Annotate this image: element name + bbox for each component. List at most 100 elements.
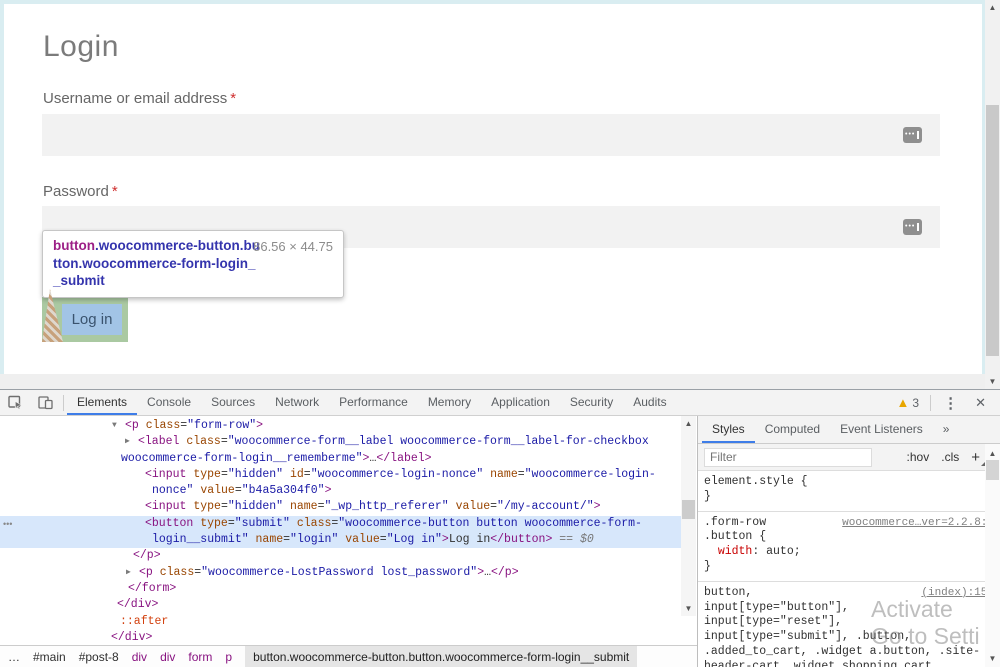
devtools-toolbar: ElementsConsoleSourcesNetworkPerformance…	[0, 390, 1000, 416]
css-rule-line: header-cart .widget_shopping_cart	[698, 660, 1000, 667]
breadcrumb-item[interactable]: div	[132, 646, 147, 667]
more-tabs-icon[interactable]: »	[933, 416, 960, 443]
devtools-main: ▼<p class="form-row">▶<label class="wooc…	[0, 416, 1000, 667]
elements-tree-selected-line[interactable]: <button type="submit" class="woocommerce…	[0, 516, 682, 532]
elements-tree-line[interactable]: <input type="hidden" name="_wp_http_refe…	[0, 499, 682, 515]
breadcrumb-item[interactable]: #post-8	[79, 646, 119, 667]
twisty-expanded-icon[interactable]: ▼	[112, 418, 125, 434]
close-icon[interactable]: ✕	[967, 395, 994, 411]
device-toolbar-icon[interactable]	[30, 390, 60, 415]
devtools-toolbar-right: ▲ 3 ⋮ ✕	[889, 390, 1000, 415]
elements-tree-line[interactable]: ::after	[0, 614, 682, 630]
elements-scrollbar-thumb[interactable]	[682, 500, 695, 519]
console-warnings-badge[interactable]: ▲ 3	[889, 396, 928, 410]
css-rule-line: input[type="button"],	[698, 601, 1000, 616]
warning-icon: ▲	[897, 396, 910, 409]
devtools-panel: ElementsConsoleSourcesNetworkPerformance…	[0, 389, 1000, 667]
page-scrollbar-thumb[interactable]	[986, 105, 999, 356]
scroll-down-icon[interactable]: ▼	[681, 602, 696, 615]
css-rule: woocommerce…ver=2.2.8:1.form-row.button …	[698, 512, 1000, 582]
selected-row-grip: •••	[3, 519, 12, 529]
kebab-menu-icon[interactable]: ⋮	[934, 394, 967, 412]
stylesheet-source-link[interactable]: (index):155	[921, 586, 994, 601]
toggle-element-state-button[interactable]: :hov	[907, 450, 930, 464]
twisty-collapsed-icon[interactable]: ▶	[126, 565, 139, 581]
breadcrumb-item[interactable]: form	[188, 646, 212, 667]
devtools-tab-sources[interactable]: Sources	[201, 390, 265, 415]
styles-scrollbar[interactable]: ▲ ▼	[985, 444, 1000, 667]
sidebar-tab-computed[interactable]: Computed	[755, 416, 830, 443]
devtools-tab-performance[interactable]: Performance	[329, 390, 418, 415]
breadcrumb-bar: …#main#post-8divdivformpbutton.woocommer…	[0, 645, 697, 667]
username-label: Username or email address*	[43, 90, 236, 107]
inspect-tooltip: button.woocommerce-button.button.woocomm…	[42, 230, 344, 298]
elements-tree-selected-line[interactable]: login__submit" name="login" value="Log i…	[0, 532, 682, 548]
devtools-tab-application[interactable]: Application	[481, 390, 560, 415]
devtools-tab-network[interactable]: Network	[265, 390, 329, 415]
screen: Login Username or email address* Passwor…	[0, 0, 1000, 667]
elements-tree: ▼<p class="form-row">▶<label class="wooc…	[0, 416, 697, 645]
css-rule-line: .button {	[698, 530, 1000, 545]
breadcrumb-item[interactable]: button.woocommerce-button.button.woocomm…	[245, 646, 637, 667]
new-style-rule-button[interactable]: +	[971, 450, 980, 465]
inspect-tooltip-selector: button.woocommerce-button.button.woocomm…	[53, 237, 261, 290]
elements-tree-line[interactable]: woocommerce-form-login__rememberme">…</l…	[0, 451, 682, 467]
elements-tree-line[interactable]: ▼<p class="form-row">	[0, 418, 682, 434]
scroll-down-icon[interactable]: ▼	[985, 375, 1000, 388]
devtools-tab-memory[interactable]: Memory	[418, 390, 481, 415]
css-rule: (index):155button,input[type="button"], i…	[698, 582, 1000, 667]
breadcrumb-item[interactable]: div	[160, 646, 175, 667]
elements-tree-line[interactable]: </form>	[0, 581, 682, 597]
login-button-content-highlight: Log in	[62, 304, 122, 335]
css-rule-line: }	[698, 490, 1000, 505]
password-manager-icon[interactable]	[903, 127, 922, 143]
styles-sidebar: StylesComputedEvent Listeners» :hov .cls…	[697, 416, 1000, 667]
elements-tree-line[interactable]: </div>	[0, 597, 682, 613]
devtools-tab-strip: ElementsConsoleSourcesNetworkPerformance…	[67, 390, 677, 415]
breadcrumb-item[interactable]: #main	[33, 646, 66, 667]
page-scrollbar[interactable]: ▲ ▼	[985, 0, 1000, 389]
css-rule-line: input[type="submit"], .button,	[698, 630, 1000, 645]
sidebar-tab-strip: StylesComputedEvent Listeners»	[698, 416, 1000, 444]
devtools-tab-audits[interactable]: Audits	[623, 390, 676, 415]
inspect-element-icon[interactable]	[0, 390, 30, 415]
css-rule-line: .added_to_cart, .widget a.button, .site-	[698, 645, 1000, 660]
elements-tree-line[interactable]: ▶<label class="woocommerce-form__label w…	[0, 434, 682, 450]
elements-tree-line[interactable]: </div>	[0, 630, 682, 645]
scroll-up-icon[interactable]: ▲	[985, 1, 1000, 14]
breadcrumb-item[interactable]: …	[8, 646, 20, 667]
elements-tree-line[interactable]: </p>	[0, 548, 682, 564]
scroll-up-icon[interactable]: ▲	[985, 447, 1000, 460]
elements-tree-line[interactable]: nonce" value="b4a5a304f0">	[0, 483, 682, 499]
styles-scrollbar-thumb[interactable]	[986, 460, 999, 480]
devtools-tab-elements[interactable]: Elements	[67, 390, 137, 415]
sidebar-tab-styles[interactable]: Styles	[702, 416, 755, 443]
css-rule-line: woocommerce…ver=2.2.8:1.form-row	[698, 516, 1000, 531]
styles-filter-input[interactable]	[704, 448, 872, 467]
elements-tree-line[interactable]: <input type="hidden" id="woocommerce-log…	[0, 467, 682, 483]
toolbar-separator	[930, 395, 931, 411]
horizontal-scrollbar-track[interactable]	[0, 374, 985, 389]
sidebar-tab-event-listeners[interactable]: Event Listeners	[830, 416, 933, 443]
username-input[interactable]	[42, 114, 940, 156]
twisty-collapsed-icon[interactable]: ▶	[125, 434, 138, 450]
scroll-down-icon[interactable]: ▼	[985, 652, 1000, 665]
elements-scrollbar[interactable]: ▲ ▼	[681, 416, 696, 616]
scroll-up-icon[interactable]: ▲	[681, 417, 696, 430]
password-manager-icon[interactable]	[903, 219, 922, 235]
breadcrumb-item[interactable]: p	[225, 646, 232, 667]
styles-filter-bar: :hov .cls +	[698, 444, 1000, 471]
elements-tree-line[interactable]: ▶<p class="woocommerce-LostPassword lost…	[0, 565, 682, 581]
stylesheet-source-link[interactable]: woocommerce…ver=2.2.8:1	[842, 516, 994, 531]
elements-tree-content: ▼<p class="form-row">▶<label class="wooc…	[0, 418, 682, 645]
css-rule: element.style {}	[698, 471, 1000, 512]
page-title: Login	[43, 30, 119, 64]
element-classes-button[interactable]: .cls	[941, 450, 959, 464]
devtools-tab-security[interactable]: Security	[560, 390, 623, 415]
devtools-tab-console[interactable]: Console	[137, 390, 201, 415]
css-rule-line: width: auto;	[698, 545, 1000, 560]
elements-panel: ▼<p class="form-row">▶<label class="wooc…	[0, 416, 697, 667]
css-rule-line: (index):155button,	[698, 586, 1000, 601]
page-background-edge	[0, 0, 4, 374]
page-background-edge	[0, 0, 985, 4]
